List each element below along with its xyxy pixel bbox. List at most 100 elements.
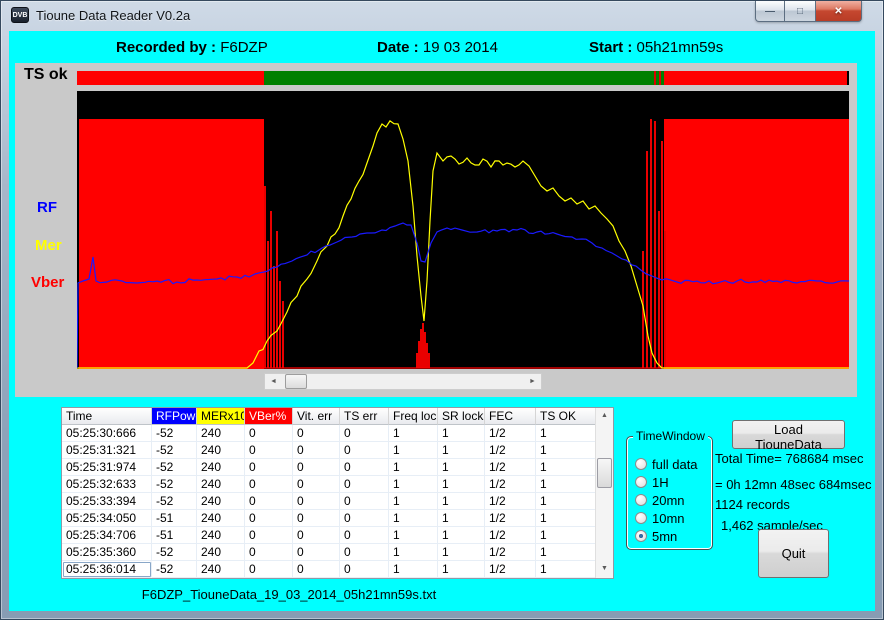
table-cell[interactable]: 1 — [536, 561, 595, 578]
table-cell[interactable]: 1 — [389, 476, 438, 493]
table-cell[interactable]: 1 — [438, 493, 485, 510]
table-cell[interactable]: 0 — [293, 476, 340, 493]
table-cell[interactable]: 1/2 — [485, 425, 536, 442]
grid-vertical-scrollbar[interactable]: ▲ ▼ — [595, 408, 613, 578]
scrollbar-thumb[interactable] — [285, 374, 307, 389]
plot-horizontal-scrollbar[interactable]: ◄ ► — [264, 373, 542, 390]
table-cell[interactable]: 1/2 — [485, 442, 536, 459]
table-cell[interactable]: 05:25:33:394 — [62, 493, 152, 510]
table-cell[interactable]: 05:25:31:974 — [62, 459, 152, 476]
time-window-option-1H[interactable]: 1H — [635, 475, 669, 489]
table-cell[interactable]: 240 — [197, 425, 245, 442]
time-window-option-full-data[interactable]: full data — [635, 457, 698, 471]
table-cell[interactable]: 0 — [340, 527, 389, 544]
table-cell[interactable]: 1 — [389, 510, 438, 527]
table-cell[interactable]: 1 — [389, 561, 438, 578]
grid-scrollbar-thumb[interactable] — [597, 458, 612, 488]
radio-button-icon[interactable] — [635, 494, 647, 506]
table-cell[interactable]: 1/2 — [485, 561, 536, 578]
scroll-down-icon[interactable]: ▼ — [596, 561, 613, 578]
table-cell[interactable]: 1 — [438, 510, 485, 527]
radio-button-icon[interactable] — [635, 530, 647, 542]
load-tiounedata-button[interactable]: Load TiouneData — [732, 420, 845, 449]
table-cell[interactable]: 1/2 — [485, 459, 536, 476]
table-cell[interactable]: 1 — [438, 561, 485, 578]
radio-button-icon[interactable] — [635, 476, 647, 488]
table-cell[interactable]: 05:25:30:666 — [62, 425, 152, 442]
table-cell[interactable]: 1 — [536, 527, 595, 544]
table-cell[interactable]: 0 — [293, 527, 340, 544]
table-cell[interactable]: -52 — [152, 442, 197, 459]
table-cell[interactable]: 05:25:31:321 — [62, 442, 152, 459]
table-cell[interactable]: 0 — [340, 561, 389, 578]
quit-button[interactable]: Quit — [758, 529, 829, 578]
table-cell[interactable]: 1 — [438, 442, 485, 459]
table-cell[interactable]: 1 — [536, 493, 595, 510]
scroll-up-icon[interactable]: ▲ — [596, 408, 613, 425]
table-cell[interactable]: 05:25:34:706 — [62, 527, 152, 544]
table-cell[interactable]: 1 — [536, 459, 595, 476]
table-cell[interactable]: 1 — [536, 544, 595, 561]
table-cell[interactable]: 0 — [340, 493, 389, 510]
radio-button-icon[interactable] — [635, 458, 647, 470]
table-cell[interactable]: 0 — [340, 459, 389, 476]
table-cell[interactable]: 1 — [389, 493, 438, 510]
table-cell[interactable]: -52 — [152, 476, 197, 493]
table-cell[interactable]: 240 — [197, 510, 245, 527]
time-window-option-20mn[interactable]: 20mn — [635, 493, 685, 507]
table-cell[interactable]: 1 — [536, 425, 595, 442]
time-window-option-5mn[interactable]: 5mn — [635, 529, 677, 543]
table-cell[interactable]: 0 — [245, 510, 293, 527]
table-cell[interactable]: 1 — [438, 459, 485, 476]
table-cell[interactable]: 0 — [340, 425, 389, 442]
table-cell[interactable]: 05:25:34:050 — [62, 510, 152, 527]
scrollbar-track[interactable] — [282, 374, 524, 389]
table-cell[interactable]: 0 — [340, 476, 389, 493]
table-cell[interactable]: 1 — [389, 544, 438, 561]
scroll-right-icon[interactable]: ► — [524, 374, 541, 389]
table-cell[interactable]: 1 — [536, 510, 595, 527]
table-cell[interactable]: 240 — [197, 544, 245, 561]
table-cell[interactable]: 1 — [389, 442, 438, 459]
table-cell[interactable]: 05:25:36:014 — [62, 561, 152, 578]
table-cell[interactable]: 240 — [197, 476, 245, 493]
table-cell[interactable]: 05:25:32:633 — [62, 476, 152, 493]
table-cell[interactable]: 1/2 — [485, 476, 536, 493]
table-cell[interactable]: 1 — [389, 425, 438, 442]
table-cell[interactable]: 1/2 — [485, 493, 536, 510]
table-cell[interactable]: 240 — [197, 493, 245, 510]
table-cell[interactable]: 0 — [293, 442, 340, 459]
close-button[interactable]: ✕ — [815, 1, 862, 22]
table-cell[interactable]: 1 — [389, 459, 438, 476]
table-cell[interactable]: 1 — [536, 442, 595, 459]
table-cell[interactable]: 1 — [438, 544, 485, 561]
table-cell[interactable]: 0 — [340, 442, 389, 459]
table-cell[interactable]: -52 — [152, 459, 197, 476]
table-cell[interactable]: 05:25:35:360 — [62, 544, 152, 561]
table-cell[interactable]: 1 — [438, 425, 485, 442]
title-bar[interactable]: DVB Tioune Data Reader V0.2a — □ ✕ — [1, 1, 883, 31]
table-cell[interactable]: 0 — [245, 527, 293, 544]
table-cell[interactable]: 1 — [438, 476, 485, 493]
table-cell[interactable]: 0 — [245, 561, 293, 578]
table-cell[interactable]: 0 — [340, 510, 389, 527]
table-cell[interactable]: 0 — [293, 493, 340, 510]
table-cell[interactable]: 0 — [340, 544, 389, 561]
table-cell[interactable]: 0 — [245, 442, 293, 459]
table-cell[interactable]: 240 — [197, 442, 245, 459]
table-cell[interactable]: 240 — [197, 561, 245, 578]
table-cell[interactable]: 0 — [293, 459, 340, 476]
table-cell[interactable]: 0 — [293, 544, 340, 561]
table-cell[interactable]: -51 — [152, 510, 197, 527]
maximize-button[interactable]: □ — [785, 1, 815, 22]
time-window-option-10mn[interactable]: 10mn — [635, 511, 685, 525]
minimize-button[interactable]: — — [755, 1, 785, 22]
table-cell[interactable]: 0 — [293, 510, 340, 527]
table-cell[interactable]: 1/2 — [485, 527, 536, 544]
table-cell[interactable]: 1 — [536, 476, 595, 493]
table-cell[interactable]: 0 — [293, 561, 340, 578]
table-cell[interactable]: 0 — [245, 493, 293, 510]
table-cell[interactable]: 240 — [197, 527, 245, 544]
table-cell[interactable]: 0 — [245, 425, 293, 442]
table-cell[interactable]: -52 — [152, 493, 197, 510]
